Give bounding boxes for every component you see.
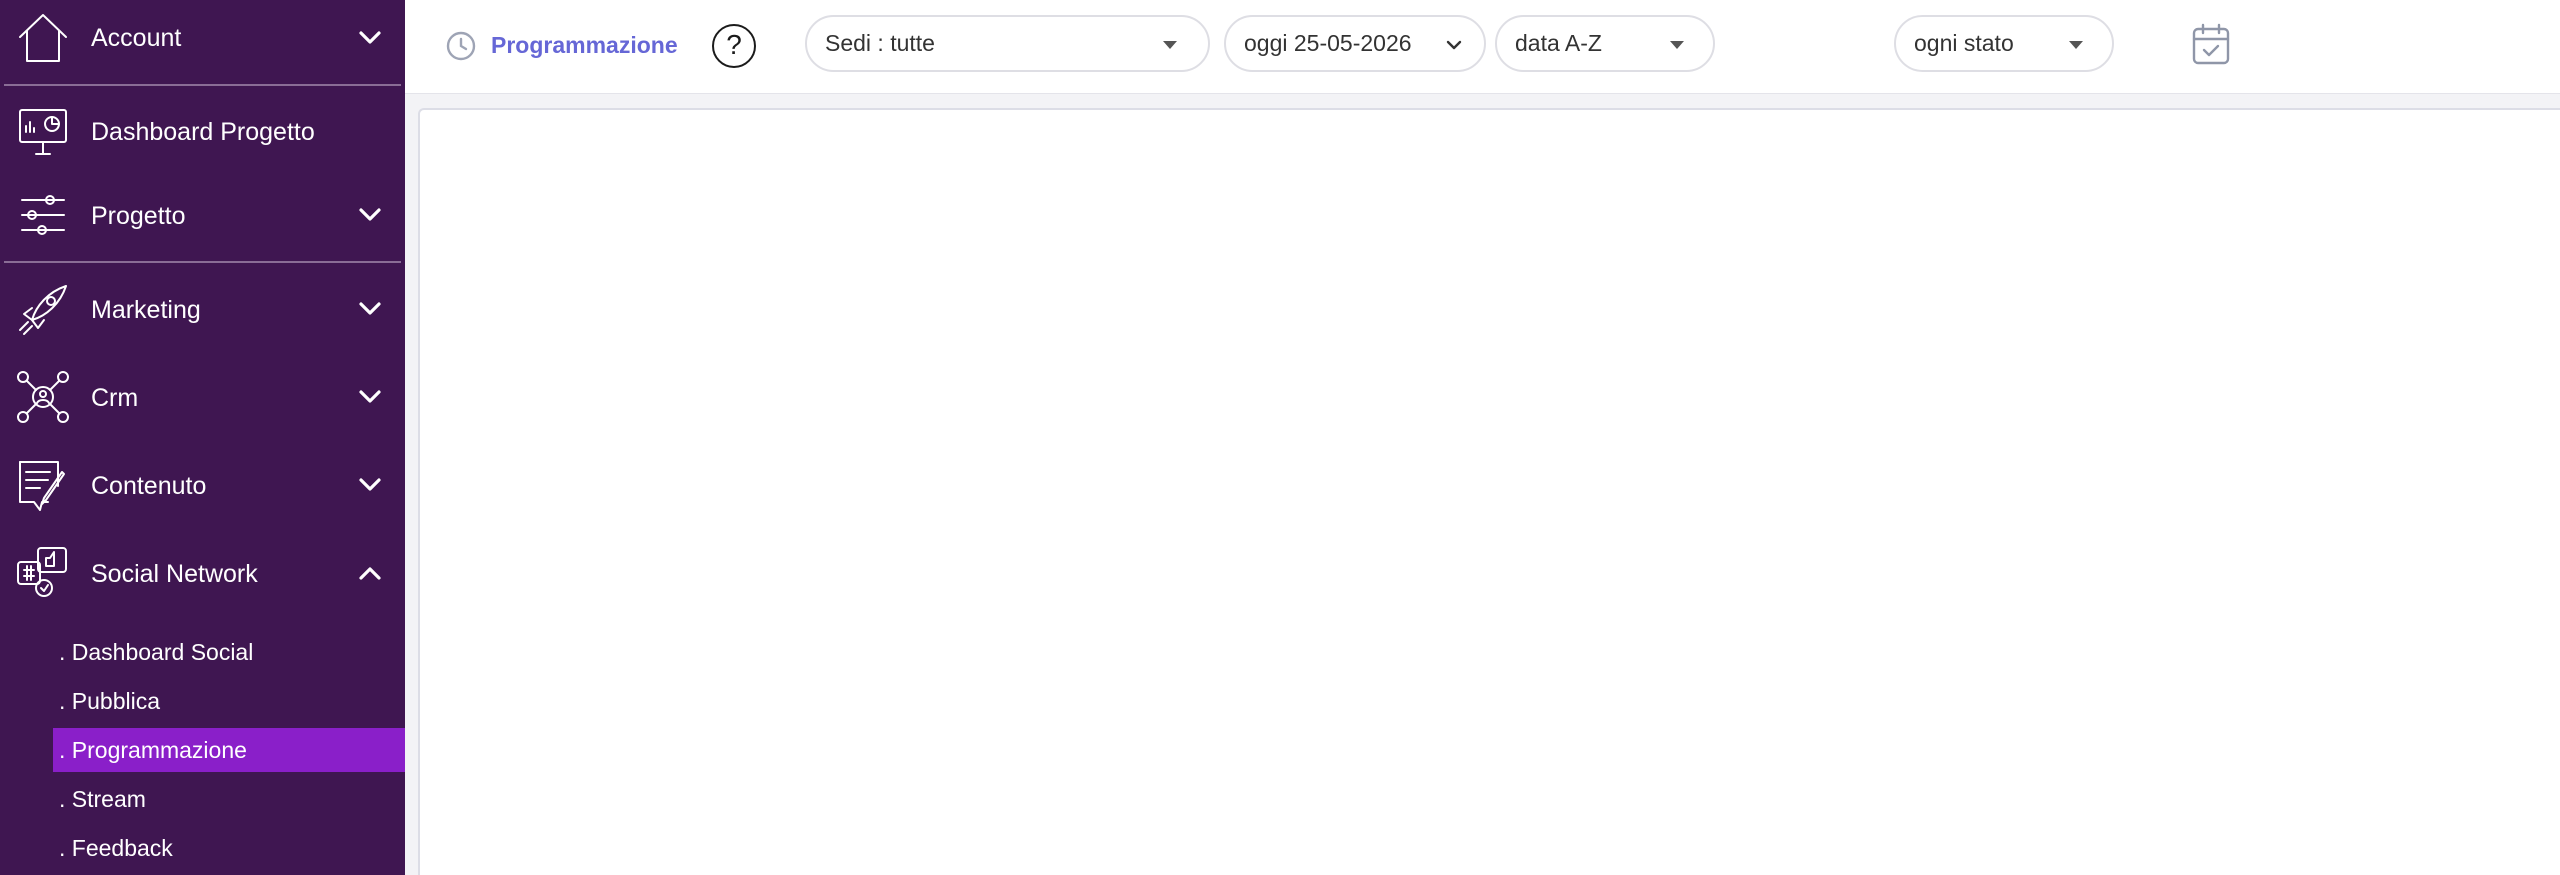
sidebar-item-label: Account: [91, 24, 182, 52]
sidebar-item-account[interactable]: Account: [0, 8, 405, 68]
submenu-item-label: . Programmazione: [59, 736, 247, 763]
sidebar-divider: [4, 261, 401, 263]
sort-select-value: data A-Z: [1515, 30, 1602, 56]
chevron-down-icon[interactable]: [356, 24, 384, 52]
home-icon: [14, 9, 72, 67]
sidebar-item-label: Crm: [91, 384, 139, 412]
page-title: Programmazione: [491, 32, 678, 58]
submenu-item-label: . Dashboard Social: [59, 638, 254, 665]
date-select[interactable]: oggi 25-05-2026: [1224, 15, 1486, 72]
chevron-down-icon[interactable]: [356, 295, 384, 323]
date-select-value: oggi 25-05-2026: [1244, 30, 1412, 56]
sort-select[interactable]: data A-Z: [1495, 15, 1715, 72]
sidebar-item-label: Progetto: [91, 202, 186, 230]
submenu-item-stream[interactable]: . Stream: [53, 777, 405, 821]
chevron-down-icon[interactable]: [356, 383, 384, 411]
monitor-dashboard-icon: [14, 102, 72, 160]
social-network-icon: [14, 544, 72, 602]
edit-document-icon: [14, 456, 72, 514]
submenu-item-feedback[interactable]: . Feedback: [53, 826, 405, 870]
sidebar-item-label: Marketing: [91, 296, 201, 324]
status-select[interactable]: ogni stato: [1894, 15, 2114, 72]
rocket-icon: [14, 280, 72, 338]
user-network-icon: [14, 368, 72, 426]
sidebar-item-progetto[interactable]: Progetto: [0, 184, 405, 246]
sidebar-item-label: Dashboard Progetto: [91, 118, 315, 146]
caret-down-icon: [2069, 41, 2083, 49]
sidebar-item-label: Social Network: [91, 560, 258, 588]
sidebar-item-social-network[interactable]: Social Network: [0, 542, 405, 604]
chevron-down-icon[interactable]: [356, 471, 384, 499]
chevron-up-icon[interactable]: [356, 559, 384, 587]
sidebar: Account Dashboard Progetto Progetto Mark…: [0, 0, 405, 875]
sidebar-item-marketing[interactable]: Marketing: [0, 278, 405, 340]
submenu-item-label: . Feedback: [59, 834, 173, 861]
schedule-content-panel: [418, 108, 2560, 875]
submenu-item-label: . Stream: [59, 785, 146, 812]
submenu-item-label: . Pubblica: [59, 687, 161, 714]
clock-icon: [445, 30, 477, 62]
chevron-down-icon: [1444, 35, 1464, 55]
caret-down-icon: [1670, 41, 1684, 49]
sidebar-item-contenuto[interactable]: Contenuto: [0, 454, 405, 516]
calendar-check-icon[interactable]: [2191, 22, 2231, 66]
sidebar-item-dashboard-progetto[interactable]: Dashboard Progetto: [0, 100, 405, 162]
submenu-item-pubblica[interactable]: . Pubblica: [53, 679, 405, 723]
status-select-value: ogni stato: [1914, 30, 2014, 56]
help-button[interactable]: ?: [712, 24, 756, 68]
top-toolbar: Programmazione ? Sedi : tutte oggi 25-05…: [405, 0, 2560, 94]
sidebar-item-crm[interactable]: Crm: [0, 366, 405, 428]
caret-down-icon: [1163, 41, 1177, 49]
chevron-down-icon[interactable]: [356, 201, 384, 229]
sidebar-item-label: Contenuto: [91, 472, 207, 500]
sedi-select-value: Sedi : tutte: [825, 30, 935, 56]
submenu-item-dashboard-social[interactable]: . Dashboard Social: [53, 630, 405, 674]
sedi-select[interactable]: Sedi : tutte: [805, 15, 1210, 72]
submenu-item-programmazione[interactable]: . Programmazione: [53, 728, 405, 772]
sidebar-divider: [4, 84, 401, 86]
sliders-icon: [14, 186, 72, 244]
